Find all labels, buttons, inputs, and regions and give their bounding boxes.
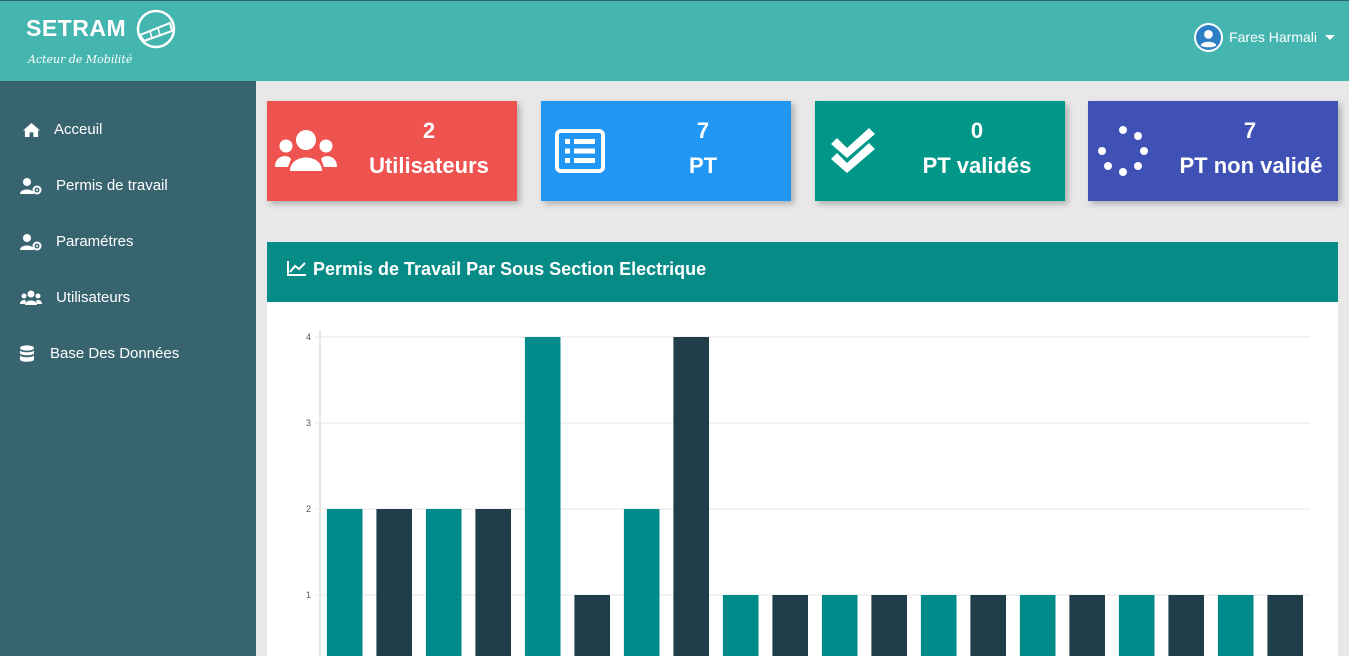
chart-bar[interactable] (1168, 595, 1204, 656)
sidebar-item-label: Permis de travail (56, 177, 168, 194)
chart-panel: Permis de Travail Par Sous Section Elect… (267, 242, 1338, 656)
chart-bar[interactable] (871, 595, 907, 656)
users-icon (20, 288, 42, 308)
list-icon (549, 123, 611, 179)
stat-value: 0 (970, 118, 984, 143)
brand-tagline: Acteur de Mobilité (28, 53, 133, 66)
bar-chart: 1 2 3 4 (306, 330, 1310, 656)
chart-bar[interactable] (1118, 595, 1155, 656)
user-menu-dropdown[interactable]: Fares Harmali (1194, 22, 1335, 52)
sidebar-item-label: Base Des Données (50, 345, 180, 362)
chart-panel-header: Permis de Travail Par Sous Section Elect… (267, 242, 1338, 302)
chart-bar[interactable] (574, 595, 610, 656)
chart-bar[interactable] (920, 595, 957, 656)
stat-value: 7 (696, 118, 710, 143)
chart-bar[interactable] (1217, 595, 1254, 656)
chart-bar[interactable] (821, 595, 858, 656)
user-cog-icon (20, 176, 42, 196)
stat-value: 7 (1243, 118, 1257, 143)
chart-bar[interactable] (1019, 595, 1056, 656)
top-navbar: SETRAM Acteur de Mobilité Fares Harmali (0, 0, 1349, 81)
chart-bar[interactable] (524, 337, 561, 656)
stat-label: Utilisateurs (369, 153, 489, 178)
stat-card-pt-valides[interactable]: 0 PT validés (815, 101, 1065, 201)
chevron-down-icon (1325, 34, 1335, 40)
chart-bar[interactable] (722, 595, 759, 656)
stat-label: PT (688, 153, 718, 178)
stat-card-pt-non-valide[interactable]: 7 PT non validé (1088, 101, 1338, 201)
sidebar-item-label: Paramétres (56, 233, 134, 250)
stat-label: PT non validé (1179, 153, 1323, 178)
tram-logo-icon (136, 9, 176, 49)
brand-logo[interactable]: SETRAM Acteur de Mobilité (26, 9, 186, 75)
users-icon (275, 123, 337, 179)
sidebar-item-permis-de-travail[interactable]: Permis de travail (0, 166, 256, 206)
chart-bar[interactable] (673, 337, 709, 656)
chart-bar[interactable] (376, 509, 412, 656)
user-cog-icon (20, 232, 42, 252)
stat-card-pt[interactable]: 7 PT (541, 101, 791, 201)
sidebar-item-base-des-donnees[interactable]: Base Des Données (0, 334, 256, 374)
sidebar-item-label: Acceuil (54, 121, 103, 138)
chart-bar[interactable] (970, 595, 1006, 656)
chart-bar[interactable] (772, 595, 808, 656)
chart-bar[interactable] (425, 509, 462, 656)
double-check-icon (823, 123, 885, 179)
y-tick-label: 4 (306, 332, 311, 342)
chart-bar[interactable] (623, 509, 660, 656)
sidebar-item-acceuil[interactable]: Acceuil (0, 110, 256, 150)
database-icon (16, 344, 38, 364)
sidebar-item-parametres[interactable]: Paramétres (0, 222, 256, 262)
y-tick-label: 1 (306, 590, 311, 600)
chart-bar[interactable] (1069, 595, 1105, 656)
brand-name: SETRAM (26, 15, 127, 41)
user-name: Fares Harmali (1229, 29, 1317, 45)
home-icon (20, 120, 42, 140)
spinner-icon (1092, 123, 1154, 179)
y-tick-label: 2 (306, 504, 311, 514)
sidebar-item-label: Utilisateurs (56, 289, 131, 306)
user-avatar-icon (1194, 22, 1224, 52)
sidebar: Acceuil Permis de travail Paramétres Uti… (0, 81, 256, 656)
chart-title: Permis de Travail Par Sous Section Elect… (313, 259, 707, 279)
sidebar-item-utilisateurs[interactable]: Utilisateurs (0, 278, 256, 318)
line-chart-icon (287, 261, 306, 276)
chart-bar[interactable] (475, 509, 511, 656)
chart-bar[interactable] (1267, 595, 1303, 656)
chart-bar[interactable] (326, 509, 363, 656)
stat-card-utilisateurs[interactable]: 2 Utilisateurs (267, 101, 517, 201)
stat-label: PT validés (922, 153, 1032, 178)
y-tick-label: 3 (306, 418, 311, 428)
stat-value: 2 (422, 118, 436, 143)
